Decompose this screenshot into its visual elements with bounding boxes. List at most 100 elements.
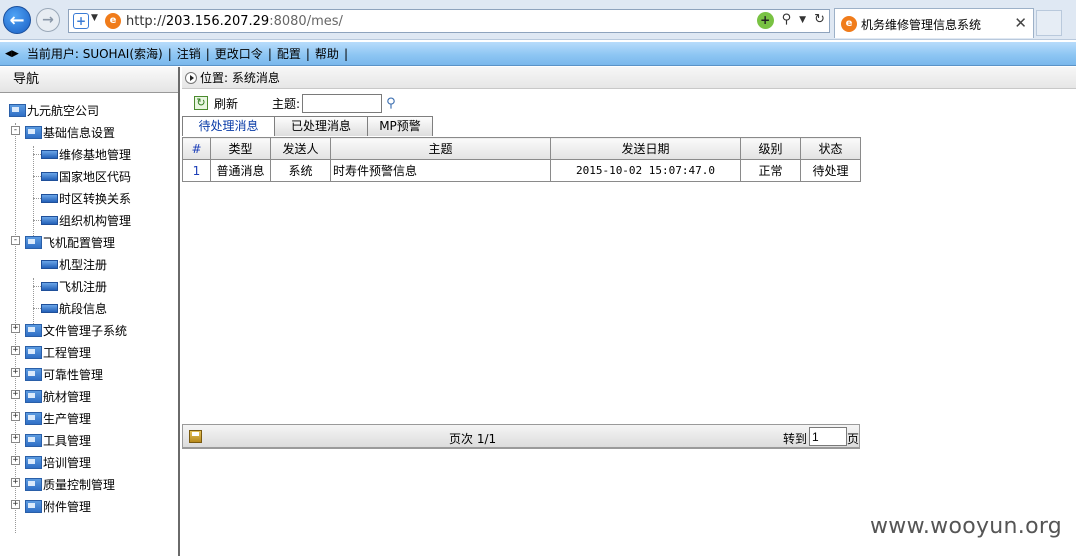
address-bar[interactable]: + ▼ e http://203.156.207.29:8080/mes/ + … (68, 9, 830, 33)
expand-icon[interactable]: + (11, 456, 20, 465)
folder-icon (25, 235, 42, 249)
app-topbar: ◀▶ 当前用户: SUOHAI(索海) | 注销 | 更改口令 | 配置 | 帮… (0, 42, 1076, 66)
nav-group-components[interactable]: 附件管理 (25, 496, 91, 516)
folder-icon (25, 455, 42, 469)
column-header[interactable]: # (182, 137, 211, 160)
row-index: 1 (182, 159, 211, 182)
page-icon (41, 215, 58, 225)
nav-item-aircraft-type[interactable]: 机型注册 (41, 254, 107, 274)
nav-group-aircraft-config[interactable]: 飞机配置管理 (25, 232, 115, 252)
tab-processed[interactable]: 已处理消息 (274, 116, 368, 136)
cell-type: 普通消息 (210, 159, 271, 182)
column-header[interactable]: 级别 (740, 137, 801, 160)
goto-label: 转到 (783, 432, 808, 446)
expand-icon[interactable]: + (11, 346, 20, 355)
site-favicon-icon: e (841, 16, 857, 32)
refresh-icon[interactable]: ↻ (194, 96, 208, 110)
message-table: # 类型 发送人 主题 发送日期 级别 状态 1 普通消息 系统 时寿件预警信息… (182, 137, 861, 182)
tree-root[interactable]: 九元航空公司 (9, 100, 99, 120)
browser-tab[interactable]: e 机务维修管理信息系统 ✕ (834, 8, 1034, 38)
expand-icon[interactable]: + (11, 478, 20, 487)
folder-icon (25, 367, 42, 381)
folder-icon (25, 433, 42, 447)
new-tab-button[interactable] (1036, 10, 1062, 36)
browser-chrome: ← → + ▼ e http://203.156.207.29:8080/mes… (0, 0, 1076, 40)
page-info: 页次 1/1 (449, 432, 497, 446)
refresh-button[interactable]: 刷新 (214, 95, 238, 112)
url-text[interactable]: http://203.156.207.29:8080/mes/ (126, 14, 343, 29)
back-arrow-icon[interactable]: ← (3, 6, 31, 34)
collapse-icon[interactable]: - (11, 126, 20, 135)
nav-group-file-management[interactable]: 文件管理子系统 (25, 320, 127, 340)
nav-group-quality-control[interactable]: 质量控制管理 (25, 474, 115, 494)
chevron-down-icon[interactable]: ▼ (799, 12, 806, 29)
subject-label: 主题: (272, 96, 301, 111)
cell-subject[interactable]: 时寿件预警信息 (330, 159, 551, 182)
expand-icon[interactable]: + (11, 368, 20, 377)
nav-group-materials[interactable]: 航材管理 (25, 386, 91, 406)
page-icon (41, 259, 58, 269)
save-icon[interactable] (189, 430, 202, 443)
column-header[interactable]: 状态 (800, 137, 861, 160)
folder-icon (25, 323, 42, 337)
collapse-icon[interactable]: - (11, 236, 20, 245)
refresh-icon[interactable]: ↻ (814, 12, 825, 29)
nav-group-engineering[interactable]: 工程管理 (25, 342, 91, 362)
change-password-link[interactable]: 更改口令 (215, 45, 263, 62)
close-icon[interactable]: ✕ (1014, 14, 1027, 32)
toolbar: ↻ 刷新 主题: ⚲ (182, 91, 1076, 115)
expand-icon[interactable]: + (11, 324, 20, 333)
page-icon (41, 193, 58, 203)
nav-item-aircraft-registration[interactable]: 飞机注册 (41, 276, 107, 296)
table-header-row: # 类型 发送人 主题 发送日期 级别 状态 (182, 137, 861, 160)
config-link[interactable]: 配置 (277, 45, 301, 62)
search-icon[interactable]: ⚲ (386, 96, 396, 111)
page-icon (41, 281, 58, 291)
breadcrumb-text: 位置: 系统消息 (200, 71, 280, 85)
expand-icon[interactable]: + (11, 500, 20, 509)
nav-item-organization[interactable]: 组织机构管理 (41, 210, 131, 230)
nav-group-training[interactable]: 培训管理 (25, 452, 91, 472)
nav-item-country-code[interactable]: 国家地区代码 (41, 166, 131, 186)
expand-icon[interactable]: + (11, 390, 20, 399)
table-row[interactable]: 1 普通消息 系统 时寿件预警信息 2015-10-02 15:07:47.0 … (182, 159, 861, 182)
cell-send-date: 2015-10-02 15:07:47.0 (550, 159, 741, 182)
shield-icon[interactable]: + (73, 13, 89, 29)
folder-icon (25, 411, 42, 425)
page-icon (41, 171, 58, 181)
nav-group-tools[interactable]: 工具管理 (25, 430, 91, 450)
nav-item-flight-segment[interactable]: 航段信息 (41, 298, 107, 318)
expand-icon[interactable]: + (11, 412, 20, 421)
help-link[interactable]: 帮助 (315, 45, 339, 62)
column-header[interactable]: 发送日期 (550, 137, 741, 160)
expand-icon[interactable]: + (11, 434, 20, 443)
folder-icon (25, 477, 42, 491)
play-icon (185, 71, 197, 84)
nav-item-maintenance-base[interactable]: 维修基地管理 (41, 144, 131, 164)
search-icon[interactable]: ⚲ (782, 12, 792, 29)
forward-arrow-icon[interactable]: → (36, 8, 60, 32)
nav-item-timezone[interactable]: 时区转换关系 (41, 188, 131, 208)
folder-icon (9, 103, 26, 117)
site-favicon-icon: e (105, 13, 121, 29)
column-header[interactable]: 发送人 (270, 137, 331, 160)
tab-mp-warning[interactable]: MP预警 (367, 116, 433, 136)
nav-group-production[interactable]: 生产管理 (25, 408, 91, 428)
logout-link[interactable]: 注销 (177, 45, 201, 62)
column-header[interactable]: 主题 (330, 137, 551, 160)
folder-icon (25, 345, 42, 359)
page-unit-label: 页 (847, 432, 860, 446)
nav-group-reliability[interactable]: 可靠性管理 (25, 364, 103, 384)
page-icon (41, 303, 58, 313)
folder-icon (25, 125, 42, 139)
nav-group-basic-info[interactable]: 基础信息设置 (25, 122, 115, 142)
chevron-down-icon[interactable]: ▼ (91, 13, 98, 23)
tab-pending[interactable]: 待处理消息 (182, 116, 275, 136)
watermark: www.wooyun.org (870, 514, 1063, 539)
subject-input[interactable] (302, 93, 383, 113)
collapse-arrows-icon[interactable]: ◀▶ (5, 49, 19, 59)
message-tabs: 待处理消息 已处理消息 MP预警 (182, 116, 433, 136)
goto-page-input[interactable] (809, 427, 847, 446)
column-header[interactable]: 类型 (210, 137, 271, 160)
compatibility-icon[interactable]: + (756, 12, 774, 29)
